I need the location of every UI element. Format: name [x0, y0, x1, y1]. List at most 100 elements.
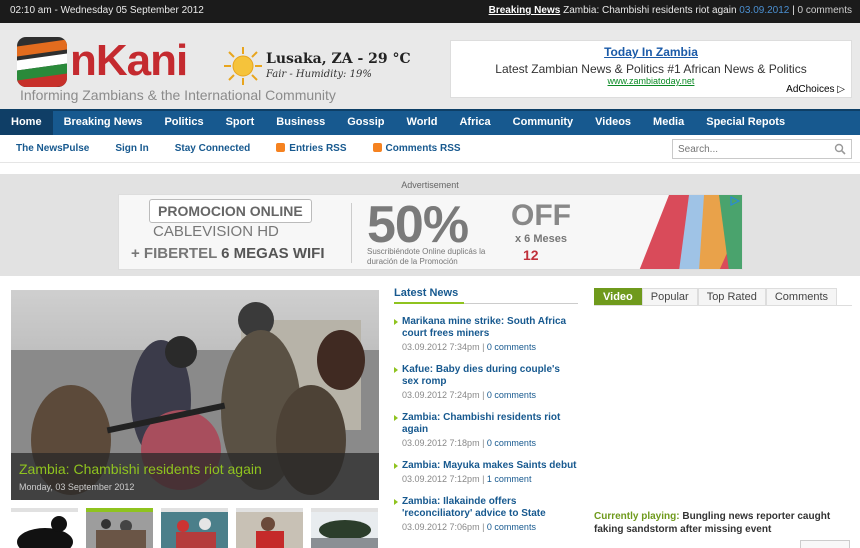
- nav-item-community[interactable]: Community: [502, 111, 585, 135]
- advertisement-banner[interactable]: PROMOCION ONLINE CABLEVISION HD + FIBERT…: [118, 194, 743, 270]
- nav-item-world[interactable]: World: [396, 111, 449, 135]
- latest-news: Latest News Marikana mine strike: South …: [394, 287, 578, 544]
- breaking-news-label[interactable]: Breaking News: [489, 5, 561, 16]
- nav-item-breaking-news[interactable]: Breaking News: [53, 111, 154, 135]
- news-comments-link[interactable]: 0 comments: [487, 522, 536, 532]
- ad-description: Latest Zambian News & Politics #1 Africa…: [495, 62, 807, 76]
- news-date: 03.09.2012 7:34pm: [402, 342, 480, 352]
- link-comments-rss[interactable]: Comments RSS: [372, 143, 461, 154]
- main-navigation: Home Breaking News Politics Sport Busine…: [0, 109, 860, 135]
- news-meta: 03.09.2012 7:18pm | 0 comments: [402, 438, 536, 448]
- featured-thumbnails: [11, 508, 379, 548]
- search-box: [672, 139, 852, 159]
- logo-flag-icon[interactable]: [17, 37, 67, 87]
- news-date: 03.09.2012 7:06pm: [402, 522, 480, 532]
- list-item: Zambia: Mayuka makes Saints debut 03.09.…: [394, 460, 578, 484]
- scroll-button[interactable]: [800, 540, 850, 548]
- rss-icon: [372, 143, 382, 152]
- thumbnail-active[interactable]: [86, 508, 153, 548]
- promo-off: OFF: [511, 199, 571, 232]
- tab-popular[interactable]: Popular: [641, 288, 698, 305]
- news-title-link[interactable]: Zambia: Mayuka makes Saints debut: [402, 460, 578, 472]
- advertisement-label: Advertisement: [401, 180, 459, 190]
- nav-item-gossip[interactable]: Gossip: [336, 111, 395, 135]
- search-input[interactable]: [673, 140, 823, 158]
- entries-rss-label: Entries RSS: [289, 143, 347, 154]
- breaking-news-ticker: Breaking News Zambia: Chambishi resident…: [489, 5, 852, 16]
- thumbnail[interactable]: [11, 508, 78, 548]
- nav-item-business[interactable]: Business: [265, 111, 336, 135]
- list-item: Kafue: Baby dies during couple's sex rom…: [394, 364, 578, 400]
- adchoices-label: AdChoices: [786, 84, 835, 95]
- tab-video[interactable]: Video: [594, 288, 642, 305]
- link-newspulse[interactable]: The NewsPulse: [16, 143, 89, 154]
- featured-date: Monday, 03 September 2012: [19, 482, 135, 492]
- thumbnail[interactable]: [236, 508, 303, 548]
- list-item: Zambia: Chambishi residents riot again 0…: [394, 412, 578, 448]
- news-title-link[interactable]: Kafue: Baby dies during couple's sex rom…: [402, 364, 578, 388]
- news-comments-link[interactable]: 0 comments: [487, 342, 536, 352]
- advertisement-strip: Advertisement PROMOCION ONLINE CABLEVISI…: [0, 174, 860, 276]
- promo-meses: x 6 Meses: [515, 233, 567, 245]
- featured-story[interactable]: Zambia: Chambishi residents riot again M…: [11, 290, 379, 500]
- secondary-navigation: The NewsPulse Sign In Stay Connected Ent…: [0, 135, 860, 163]
- ad-title-link[interactable]: Today In Zambia: [451, 45, 851, 59]
- link-entries-rss[interactable]: Entries RSS: [276, 143, 347, 154]
- weather-city: Lusaka, ZA - 29 °C: [266, 51, 411, 67]
- rss-icon: [276, 143, 286, 152]
- adchoices-icon[interactable]: [730, 196, 740, 206]
- news-comments-link[interactable]: 1 comment: [487, 474, 532, 484]
- promo-cable: CABLEVISION HD: [153, 223, 279, 240]
- promo-fine-print: Suscribiéndote Online duplicás la duraci…: [367, 247, 486, 266]
- featured-title[interactable]: Zambia: Chambishi residents riot again: [19, 461, 262, 477]
- news-date: 03.09.2012 7:18pm: [402, 438, 480, 448]
- thumbnail[interactable]: [161, 508, 228, 548]
- separator: |: [792, 5, 795, 16]
- promo-tag: PROMOCION ONLINE: [149, 199, 312, 223]
- promo-graphic-icon: [639, 195, 742, 269]
- banner-divider: [351, 203, 352, 263]
- news-meta: 03.09.2012 7:06pm | 0 comments: [402, 522, 536, 532]
- news-date: 03.09.2012 7:12pm: [402, 474, 480, 484]
- sun-weather-icon: [224, 47, 262, 85]
- tab-top-rated[interactable]: Top Rated: [697, 288, 766, 305]
- promo-fiber: + FIBERTEL 6 MEGAS WIFI: [131, 245, 325, 262]
- sidebar-tabs: Video Popular Top Rated Comments: [594, 288, 852, 306]
- site-tagline: Informing Zambians & the International C…: [20, 87, 336, 103]
- promo-fiber-highlight: 6 MEGAS WIFI: [221, 245, 325, 262]
- site-logo[interactable]: nKani: [70, 37, 188, 85]
- news-comments-link[interactable]: 0 comments: [487, 438, 536, 448]
- nav-item-media[interactable]: Media: [642, 111, 695, 135]
- nav-item-africa[interactable]: Africa: [448, 111, 501, 135]
- link-stay-connected[interactable]: Stay Connected: [175, 143, 251, 154]
- breaking-news-date: 03.09.2012: [739, 5, 790, 16]
- search-icon[interactable]: [834, 143, 846, 155]
- currently-playing: Currently playing: Bungling news reporte…: [594, 510, 852, 536]
- news-title-link[interactable]: Zambia: Ilakainde offers 'reconciliatory…: [402, 496, 578, 520]
- list-item: Marikana mine strike: South Africa court…: [394, 316, 578, 352]
- nav-item-home[interactable]: Home: [0, 111, 53, 135]
- header-text-ad[interactable]: Today In Zambia Latest Zambian News & Po…: [450, 40, 852, 98]
- news-meta: 03.09.2012 7:34pm | 0 comments: [402, 342, 536, 352]
- thumbnail[interactable]: [311, 508, 378, 548]
- news-title-link[interactable]: Zambia: Chambishi residents riot again: [402, 412, 578, 436]
- news-title-link[interactable]: Marikana mine strike: South Africa court…: [402, 316, 578, 340]
- news-meta: 03.09.2012 7:24pm | 0 comments: [402, 390, 536, 400]
- breaking-news-headline[interactable]: Zambia: Chambishi residents riot again: [563, 5, 736, 16]
- weather-description: Fair - Humidity: 19%: [266, 69, 372, 80]
- nav-item-videos[interactable]: Videos: [584, 111, 642, 135]
- adchoices-link[interactable]: AdChoices ▷: [786, 84, 845, 95]
- promo-fiber-prefix: + FIBERTEL: [131, 245, 222, 262]
- currently-playing-label: Currently playing:: [594, 511, 680, 522]
- nav-item-sport[interactable]: Sport: [215, 111, 266, 135]
- link-sign-in[interactable]: Sign In: [115, 143, 148, 154]
- news-date: 03.09.2012 7:24pm: [402, 390, 480, 400]
- nav-item-politics[interactable]: Politics: [153, 111, 214, 135]
- breaking-news-comments[interactable]: 0 comments: [798, 5, 852, 16]
- news-comments-link[interactable]: 0 comments: [487, 390, 536, 400]
- tab-comments[interactable]: Comments: [765, 288, 838, 305]
- comments-rss-label: Comments RSS: [385, 143, 461, 154]
- nav-item-special-reports[interactable]: Special Repots: [695, 111, 796, 135]
- current-datetime: 02:10 am - Wednesday 05 September 2012: [10, 5, 204, 16]
- news-meta: 03.09.2012 7:12pm | 1 comment: [402, 474, 532, 484]
